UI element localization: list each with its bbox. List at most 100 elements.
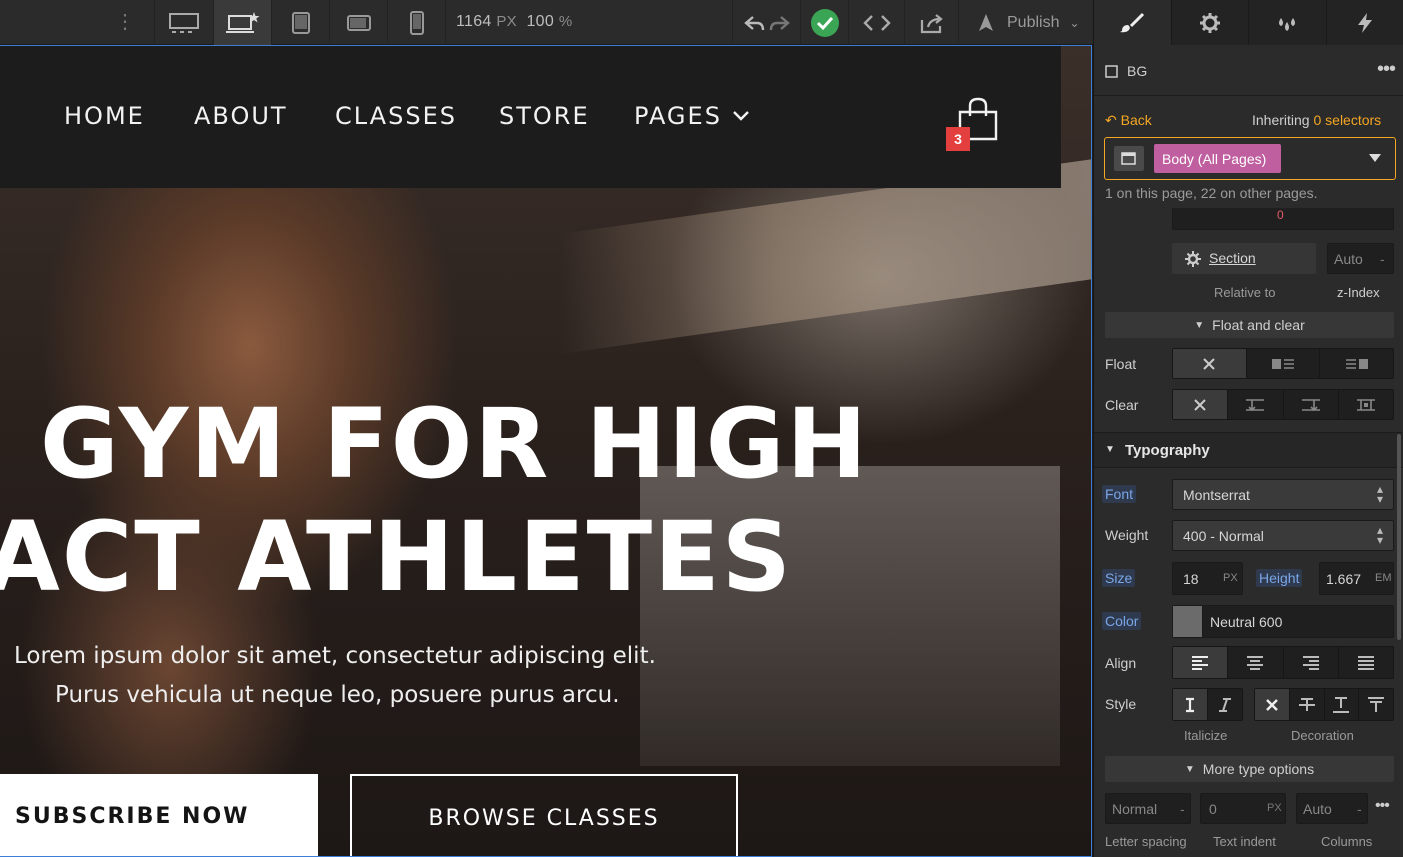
x-icon — [1194, 398, 1206, 411]
decoration-underline-option[interactable] — [1325, 689, 1360, 720]
share-icon — [920, 13, 943, 33]
undo-redo-icon[interactable] — [743, 13, 791, 33]
float-clear-section-header[interactable]: ▼ Float and clear — [1105, 312, 1394, 338]
rocket-icon — [979, 13, 993, 31]
decoration-strikethrough-option[interactable] — [1290, 689, 1325, 720]
droplets-icon — [1279, 17, 1296, 31]
z-index-value: Auto — [1334, 251, 1363, 267]
text-indent-input[interactable]: 0 PX — [1200, 793, 1286, 824]
size-input[interactable]: 18 PX — [1172, 562, 1243, 595]
code-export-button[interactable] — [848, 0, 904, 45]
desktop-star-icon — [225, 11, 259, 33]
more-horizontal-icon[interactable]: ••• — [1375, 797, 1390, 815]
hero-headline-line2: PACT ATHLETES — [0, 501, 793, 613]
more-horizontal-icon[interactable]: ••• — [1377, 58, 1396, 81]
clear-left-option[interactable] — [1228, 390, 1284, 419]
browse-classes-button[interactable]: BROWSE CLASSES — [350, 774, 738, 856]
nav-link-home[interactable]: HOME — [64, 102, 145, 130]
mobile-portrait-breakpoint[interactable] — [387, 0, 445, 45]
decoration-overline-option[interactable] — [1359, 689, 1393, 720]
canvas-width-value: 1164 — [456, 13, 492, 30]
overline-icon — [1368, 696, 1385, 712]
decoration-none-option[interactable] — [1255, 689, 1290, 720]
tablet-icon — [291, 11, 310, 34]
z-index-field[interactable]: Auto - — [1327, 243, 1394, 274]
color-picker-field[interactable]: Neutral 600 — [1172, 605, 1394, 638]
caret-down-icon[interactable] — [1369, 154, 1381, 162]
inheriting-label: Inheriting — [1252, 112, 1310, 128]
float-clear-header-label: Float and clear — [1212, 317, 1305, 333]
mobile-landscape-icon — [346, 14, 371, 31]
columns-input[interactable]: Auto - — [1296, 793, 1368, 824]
desktop-large-breakpoint[interactable] — [154, 0, 212, 45]
nav-link-store[interactable]: STORE — [499, 102, 590, 130]
site-status-button[interactable] — [800, 0, 848, 45]
caret-down-icon: ▼ — [1105, 444, 1115, 455]
position-offset-field[interactable]: 0 — [1172, 208, 1394, 230]
float-left-option[interactable] — [1247, 349, 1321, 378]
back-arrow-icon: ↶ — [1105, 112, 1117, 128]
italic-off-option[interactable] — [1173, 689, 1208, 720]
more-type-options-toggle[interactable]: ▼ More type options — [1105, 756, 1394, 782]
style-label: Style — [1105, 696, 1137, 712]
nav-link-pages[interactable]: PAGES — [634, 102, 722, 130]
align-right-option[interactable] — [1284, 647, 1339, 678]
gear-icon — [1199, 12, 1220, 33]
clear-none-option[interactable] — [1173, 390, 1229, 419]
tab-interactions[interactable] — [1327, 0, 1403, 45]
relative-to-section-button[interactable]: Section — [1172, 243, 1316, 274]
selected-element-name: BG — [1127, 63, 1148, 79]
tab-style[interactable] — [1094, 0, 1172, 45]
section-label: Section — [1209, 250, 1256, 266]
line-height-value: 1.667 — [1326, 571, 1362, 587]
toolbar-divider — [445, 0, 446, 45]
back-link[interactable]: ↶ Back — [1105, 112, 1152, 129]
site-navbar[interactable]: HOME ABOUT CLASSES STORE PAGES 3 — [0, 46, 1061, 188]
italic-on-option[interactable] — [1208, 689, 1242, 720]
align-right-icon — [1302, 655, 1319, 670]
canvas-zoom-value: 100 — [526, 13, 555, 30]
align-left-option[interactable] — [1173, 647, 1229, 678]
pages-chevron-down-icon[interactable] — [732, 110, 750, 122]
align-center-option[interactable] — [1228, 647, 1284, 678]
more-vertical-icon[interactable]: ⋮ — [112, 10, 138, 36]
align-center-icon — [1247, 655, 1264, 670]
panel-scrollbar[interactable] — [1397, 434, 1401, 640]
inheriting-info[interactable]: Inheriting 0 selectors — [1252, 112, 1381, 128]
panel-tabs — [1094, 0, 1403, 45]
line-height-input[interactable]: 1.667 EM — [1319, 562, 1394, 595]
style-panel: BG ••• ↶ Back Inheriting 0 selectors Bod… — [1093, 0, 1403, 857]
tab-style-manager[interactable] — [1249, 0, 1327, 45]
weight-select[interactable]: 400 - Normal ▴ ▾ — [1172, 520, 1394, 551]
nav-link-classes[interactable]: CLASSES — [335, 102, 457, 130]
selector-tag[interactable]: Body (All Pages) — [1154, 144, 1281, 173]
clear-right-option[interactable] — [1284, 390, 1339, 419]
desktop-breakpoint[interactable] — [213, 0, 271, 45]
float-right-option[interactable] — [1320, 349, 1393, 378]
mobile-landscape-breakpoint[interactable] — [329, 0, 387, 45]
decoration-control — [1254, 688, 1394, 721]
selector-field[interactable]: Body (All Pages) — [1104, 137, 1396, 180]
float-left-icon — [1272, 358, 1294, 369]
float-none-option[interactable] — [1173, 349, 1247, 378]
tab-settings[interactable] — [1172, 0, 1249, 45]
strikethrough-icon — [1298, 697, 1315, 711]
typography-section-header[interactable]: ▼ Typography — [1094, 432, 1403, 468]
color-swatch[interactable] — [1173, 606, 1203, 637]
x-icon — [1266, 698, 1278, 711]
canvas-zoom-unit: % — [558, 13, 573, 30]
float-label: Float — [1105, 356, 1137, 372]
letter-spacing-input[interactable]: Normal - — [1105, 793, 1191, 824]
letter-spacing-unit: - — [1180, 801, 1185, 817]
align-justify-option[interactable] — [1339, 647, 1393, 678]
nav-link-about[interactable]: ABOUT — [194, 102, 288, 130]
subscribe-now-button[interactable]: SUBSCRIBE NOW — [0, 774, 318, 856]
decoration-label: Decoration — [1291, 728, 1354, 743]
design-canvas[interactable]: HOME ABOUT CLASSES STORE PAGES 3 GYM FOR… — [0, 45, 1092, 857]
clear-both-option[interactable] — [1339, 390, 1393, 419]
publish-button[interactable]: Publish ⌄ — [958, 0, 1093, 45]
share-button[interactable] — [904, 0, 958, 45]
tablet-breakpoint[interactable] — [271, 0, 329, 45]
height-label: Height — [1256, 569, 1303, 587]
font-select[interactable]: Montserrat ▴ ▾ — [1172, 479, 1394, 510]
